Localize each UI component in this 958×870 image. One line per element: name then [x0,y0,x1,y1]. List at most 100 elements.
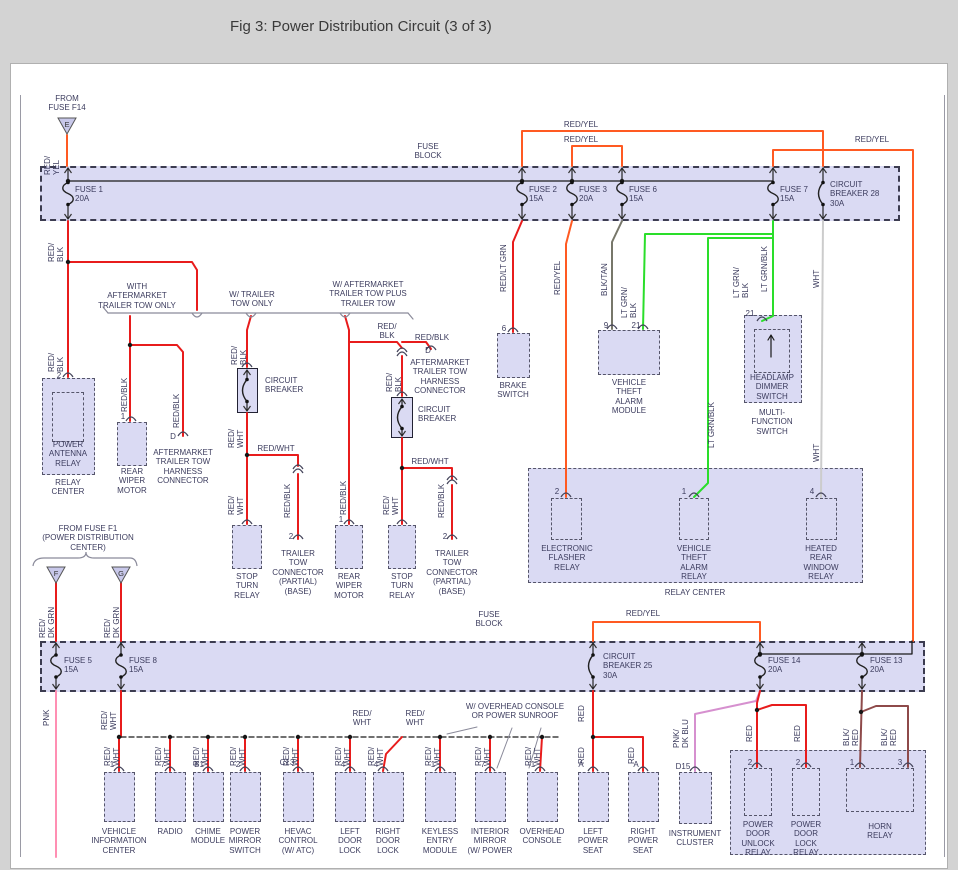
diagram-label: RED [627,747,636,764]
wire-redblk-plus-right [349,342,402,348]
diagram-label: RED/BLK [172,394,181,428]
pin-arc [508,328,518,332]
diagram-label: POWER ANTENNA RELAY [49,440,87,468]
diagram-label: RED/ WHT [227,429,246,448]
diagram-label: RED/ BLK [47,353,66,372]
diagram-label: 2 [748,758,752,767]
diagram-label: POWER DOOR UNLOCK RELAY [741,820,774,858]
diagram-label: D15 [676,762,691,771]
diagram-label: FUSE BLOCK [475,610,502,629]
connector-f-letter: F [54,569,59,578]
pin-arc [293,469,303,473]
diagram-label: RED/ WHT [352,709,371,728]
diagram-label: HEADLAMP DIMMER SWITCH [750,373,794,401]
diagram-label: OVERHEAD CONSOLE [520,827,565,846]
headlamp-dimmer-switch-inner [754,329,790,373]
diagram-label: RED/ WHT [524,747,543,766]
pin-arc [240,767,250,771]
pin-arc [485,767,495,771]
diagram-label: RED [793,725,802,742]
keyless-entry-module [425,772,456,822]
pin-arc [447,535,457,539]
diagram-label: WHT [812,270,821,288]
junction-dot [206,735,210,739]
diagram-label: FUSE 1 20A [75,185,103,204]
rear-wiper-motor-2 [335,525,363,569]
diagram-label: FUSE 14 20A [768,656,800,675]
pin-arc [344,520,354,524]
diagram-label: ELECTRONIC FLASHER RELAY [541,544,593,572]
wire-redwht-ttc2 [402,468,452,479]
diagram-label: RED/LT GRN [499,244,508,292]
pin-arc [447,480,457,484]
diagram-label: RED/BLK [283,484,292,518]
diagram-label: 3 [898,758,902,767]
overhead-console [527,772,558,822]
diagram-label: RELAY CENTER [665,588,726,597]
junction-dot [591,735,595,739]
diagram-label: AFTERMARKET TRAILER TOW HARNESS CONNECTO… [153,448,213,486]
diagram-label: VEHICLE THEFT ALARM RELAY [677,544,711,582]
diagram-label: 2 [289,532,293,541]
diagram-label: RED/YEL [626,609,660,618]
diagram-label: FUSE 13 20A [870,656,902,675]
diagram-label: CIRCUIT BREAKER [418,405,456,424]
vehicle-theft-alarm-relay [679,498,709,540]
pin-arc [690,767,700,771]
diagram-label: RED/BLK [437,484,446,518]
pin-arc [345,767,355,771]
diagram-label: LT GRN/ BLK [620,287,639,318]
diagram-label: RED/YEL [564,120,598,129]
left-power-seat [578,772,609,822]
chime-module [193,772,224,822]
diagram-label: FROM FUSE F14 [48,94,85,113]
diagram-label: 21 [632,321,641,330]
diagram-label: RED/ WHT [334,747,353,766]
junction-dot [859,710,863,714]
pin-arc [293,535,303,539]
diagram-label: 1 [850,758,854,767]
diagram-label: FUSE 2 15A [529,185,557,204]
wire-redltgrn-brake [513,221,522,332]
diagram-label: FUSE 7 15A [780,185,808,204]
diagram-label: KEYLESS ENTRY MODULE [422,827,458,855]
junction-dot [245,453,249,457]
diagram-label: FUSE 3 20A [579,185,607,204]
diagram-label: CIRCUIT BREAKER [265,376,303,395]
diagram-label: RED/ BLK [385,373,404,392]
pin-arc [607,325,617,329]
rear-wiper-motor-1 [117,422,147,466]
diagram-label: PNK [42,710,51,726]
diagram-label: TRAILER TOW CONNECTOR (PARTIAL) (BASE) [272,549,323,596]
right-door-lock [373,772,404,822]
diagram-label: RED/YEL [855,135,889,144]
junction-dot [488,735,492,739]
stop-turn-relay-2 [388,525,416,569]
circuit-breaker-box-2 [391,397,413,438]
diagram-label: CHIME MODULE [191,827,225,846]
pin-arc [293,465,303,469]
diagram-label: HEVAC CONTROL (W/ ATC) [278,827,317,855]
junction-dot [66,260,70,264]
diagram-label: REAR WIPER MOTOR [334,572,364,600]
diagram-label: RED/WHT [411,457,448,466]
note-arrow-bus [447,727,477,734]
diagram-label: RED/ BLK [47,243,66,262]
diagram-label: RED [577,705,586,722]
diagram-label: INTERIOR MIRROR (W/ POWER [468,827,513,855]
power-door-lock-relay [792,768,820,816]
options-branch-arc [246,313,256,317]
pin-arc [165,767,175,771]
power-mirror-switch [230,772,261,822]
diagram-label: D [170,432,176,441]
connector-f [47,567,65,583]
diagram-label: RED/ WHT [192,747,211,766]
diagram-label: LT GRN/BLK [760,246,769,292]
diagram-label: RELAY CENTER [52,478,85,497]
diagram-label: BLK/ RED [842,729,861,746]
diagram-label: RED/ WHT [424,747,443,766]
diagram-label: 21 [746,309,755,318]
pin-arc [63,373,73,377]
junction-dot [128,343,132,347]
diagram-label: RED/ WHT [474,747,493,766]
